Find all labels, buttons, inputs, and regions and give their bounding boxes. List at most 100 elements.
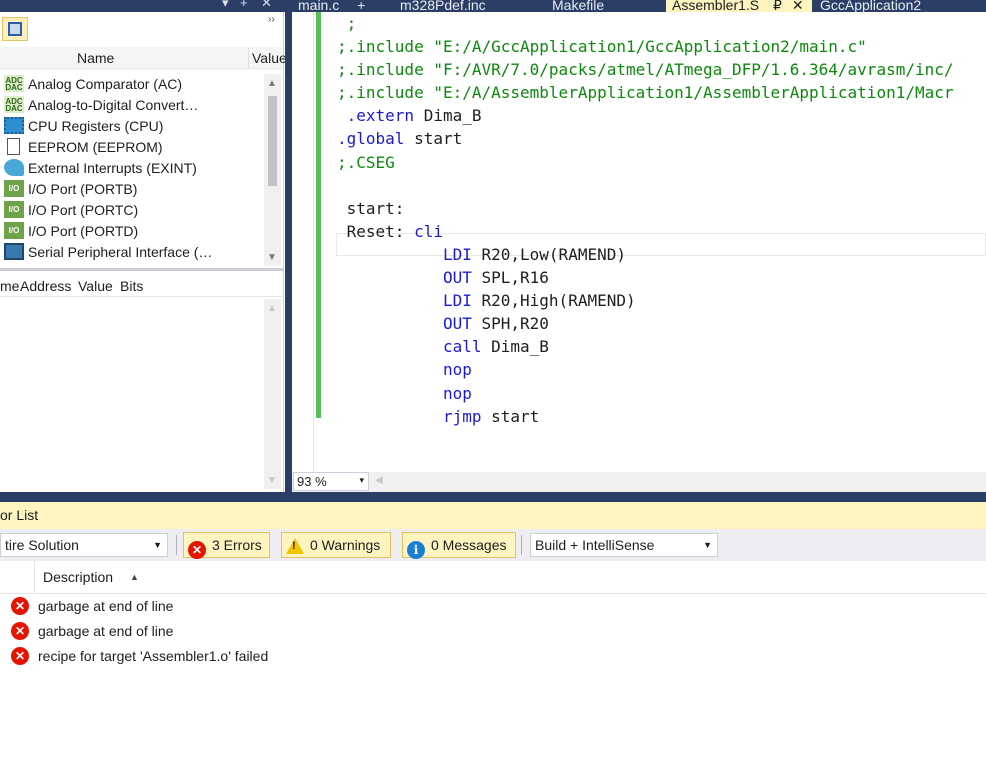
code-line[interactable]: call Dima_B [337,335,954,358]
code-line[interactable]: rjmp start [337,405,954,428]
bits-column-header[interactable]: Bits [120,278,143,294]
warnings-filter-button[interactable]: ! 0 Warnings [281,532,391,558]
tab-close-icon[interactable]: ✕ [792,0,804,12]
scope-dropdown[interactable]: tire Solution ▼ [0,533,168,557]
column-separator[interactable] [248,47,249,69]
overflow-chevron-icon[interactable]: ›› [268,14,275,25]
build-filter-dropdown[interactable]: Build + IntelliSense ▼ [530,533,718,557]
io-port-icon: I/O [4,201,24,218]
scroll-up-icon[interactable]: ▲ [267,303,277,314]
panel-close-icon[interactable]: ✕ [261,0,272,11]
table-row[interactable]: ✕ recipe for target 'Assembler1.o' faile… [0,644,986,669]
address-column-header[interactable]: Address [20,278,71,294]
list-item[interactable]: I/O I/O Port (PORTC) [4,199,262,220]
code-line[interactable]: ;.include "E:/A/GccApplication1/GccAppli… [337,35,954,58]
list-item[interactable]: External Interrupts (EXINT) [4,157,262,178]
code-line[interactable]: OUT SPH,R20 [337,312,954,335]
code-comment: ;.include "F:/AVR/7.0/packs/atmel/ATmega… [337,60,954,80]
register-list-scrollbar[interactable]: ▲ ▼ [264,299,281,489]
error-list-header: Description ▲ [0,561,986,594]
tab-label: main.c [298,0,340,12]
code-token: R20,High(RAMEND) [471,291,636,311]
tab-gccapplication2[interactable]: GccApplication2 [820,0,986,12]
tab-assembler1-s[interactable]: Assembler1.S ₽ ✕ [666,0,812,12]
name-column-header[interactable]: Name [77,50,114,66]
code-token: SPH,R20 [471,314,549,334]
list-item[interactable]: ADC DAC Analog-to-Digital Convert… [4,94,262,115]
list-item[interactable]: I/O I/O Port (PORTB) [4,178,262,199]
error-description: garbage at end of line [38,598,174,614]
scroll-thumb[interactable] [268,96,277,186]
messages-filter-button[interactable]: i 0 Messages [402,532,516,559]
table-row[interactable]: ✕ garbage at end of line [0,619,986,644]
code-text[interactable]: ; ;.include "E:/A/GccApplication1/GccAppl… [337,12,954,428]
code-line[interactable]: ;.CSEG [337,151,954,174]
module-label: I/O Port (PORTB) [28,180,138,197]
module-label: Serial Peripheral Interface (… [28,243,213,260]
tab-pin-icon[interactable]: + [357,0,365,12]
editor-margin [292,12,314,472]
scroll-left-icon[interactable]: ◀ [375,475,383,486]
code-line[interactable]: ; [337,12,954,35]
code-keyword: cli [414,221,443,241]
tab-label: Assembler1.S [672,0,760,12]
errors-filter-button[interactable]: ✕ 3 Errors [183,532,270,559]
panel-splitter[interactable] [0,268,284,271]
module-list-scrollbar[interactable]: ▲ ▼ [264,74,281,266]
editor-horizontal-scrollbar[interactable]: 93 % ▾ ◀ [292,472,986,492]
panel-pin-icon[interactable]: + [240,0,248,11]
code-line[interactable]: nop [337,382,954,405]
code-line[interactable] [337,174,954,197]
list-item[interactable]: Serial Peripheral Interface (… [4,241,262,262]
code-line[interactable]: start: [337,197,954,220]
code-line[interactable]: ;.include "F:/AVR/7.0/packs/atmel/ATmega… [337,58,954,81]
chevron-down-icon: ▼ [703,540,712,550]
code-line[interactable]: Reset: cli [337,220,954,243]
code-token: start [481,406,540,426]
toolbar-window-button[interactable] [2,17,28,41]
list-item[interactable]: CPU Registers (CPU) [4,115,262,136]
table-row[interactable]: ✕ garbage at end of line [0,594,986,619]
errors-label: 3 Errors [212,537,262,553]
sort-ascending-icon: ▲ [130,572,139,582]
tab-pin-icon[interactable]: ₽ [773,0,782,12]
vertical-splitter[interactable] [285,0,292,494]
external-interrupt-icon [4,159,24,176]
code-line[interactable]: LDI R20,High(RAMEND) [337,289,954,312]
scroll-down-icon[interactable]: ▼ [267,252,277,263]
chevron-down-icon: ▾ [359,475,364,485]
scroll-down-icon[interactable]: ▼ [267,475,277,486]
tab-main-c[interactable]: main.c + [298,0,388,12]
module-label: I/O Port (PORTD) [28,222,139,239]
code-token: Dima_B [481,337,549,357]
name-column-header[interactable]: me [0,278,19,294]
panel-dropdown-icon[interactable]: ▾ [222,0,229,11]
module-column-header: Name Value [0,47,287,69]
code-line[interactable]: .extern Dima_B [337,104,954,127]
code-keyword: OUT [337,268,472,288]
warning-icon: ! [286,538,304,554]
tab-label: m328Pdef.inc [400,0,486,12]
scroll-up-icon[interactable]: ▲ [267,78,277,89]
code-editor[interactable]: ; ;.include "E:/A/GccApplication1/GccAppl… [292,12,986,472]
list-item[interactable]: ADC DAC Analog Comparator (AC) [4,73,262,94]
zoom-combo[interactable]: 93 % ▾ [293,472,369,491]
code-token: start [404,129,463,149]
code-line[interactable]: .global start [337,127,954,150]
list-item[interactable]: I/O I/O Port (PORTD) [4,220,262,241]
column-separator[interactable] [34,561,35,594]
code-line[interactable]: ;.include "E:/A/AssemblerApplication1/As… [337,81,954,104]
module-label: CPU Registers (CPU) [28,117,164,134]
tab-m328pdef-inc[interactable]: m328Pdef.inc [400,0,530,12]
list-item[interactable]: EEPROM (EEPROM) [4,136,262,157]
toolbar-separator [521,535,522,555]
code-line[interactable]: LDI R20,Low(RAMEND) [337,243,954,266]
code-line[interactable]: OUT SPL,R16 [337,266,954,289]
value-column-header[interactable]: Value [252,50,287,66]
value-column-header[interactable]: Value [78,278,113,294]
code-keyword: OUT [337,314,472,334]
code-keyword: .extern [337,106,415,126]
description-column-header[interactable]: Description [43,569,113,585]
code-line[interactable]: nop [337,358,954,381]
tab-makefile[interactable]: Makefile [552,0,662,12]
